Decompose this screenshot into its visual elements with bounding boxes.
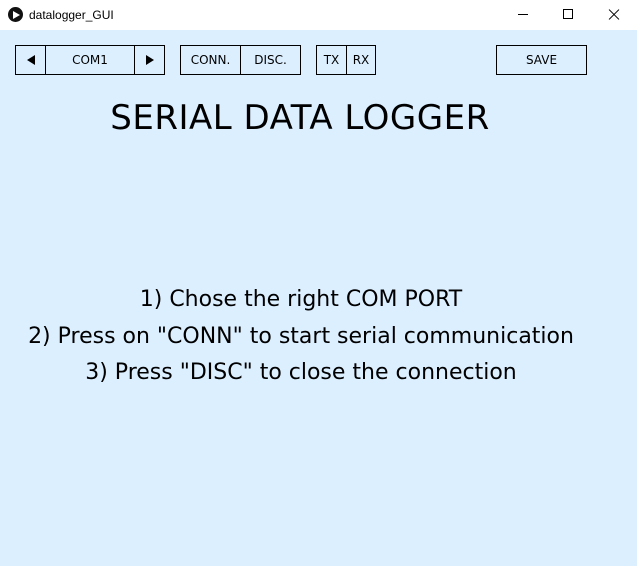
- maximize-button[interactable]: [545, 0, 591, 30]
- minimize-button[interactable]: [500, 0, 546, 30]
- save-button[interactable]: SAVE: [496, 45, 587, 75]
- next-port-button[interactable]: [134, 45, 165, 75]
- window-title: datalogger_GUI: [29, 8, 114, 22]
- processing-app-icon: [8, 7, 23, 22]
- page-title: SERIAL DATA LOGGER: [110, 98, 490, 138]
- connect-button[interactable]: CONN.: [180, 45, 241, 75]
- instruction-step-3: 3) Press "DISC" to close the connection: [85, 360, 517, 385]
- com-port-display: COM1: [45, 45, 135, 75]
- tx-button[interactable]: TX: [316, 45, 347, 75]
- instruction-step-2: 2) Press on "CONN" to start serial commu…: [28, 323, 574, 349]
- instructions-block: 1) Chose the right COM PORT 2) Press on …: [0, 282, 602, 392]
- prev-port-button[interactable]: [15, 45, 46, 75]
- close-button[interactable]: [591, 0, 637, 30]
- title-bar: datalogger_GUI: [0, 0, 637, 30]
- rx-button[interactable]: RX: [346, 45, 376, 75]
- app-canvas: COM1 CONN. DISC. TX RX SAVE SERIAL DATA …: [0, 30, 637, 566]
- disconnect-button[interactable]: DISC.: [240, 45, 301, 75]
- instruction-step-1: 1) Chose the right COM PORT: [139, 287, 463, 312]
